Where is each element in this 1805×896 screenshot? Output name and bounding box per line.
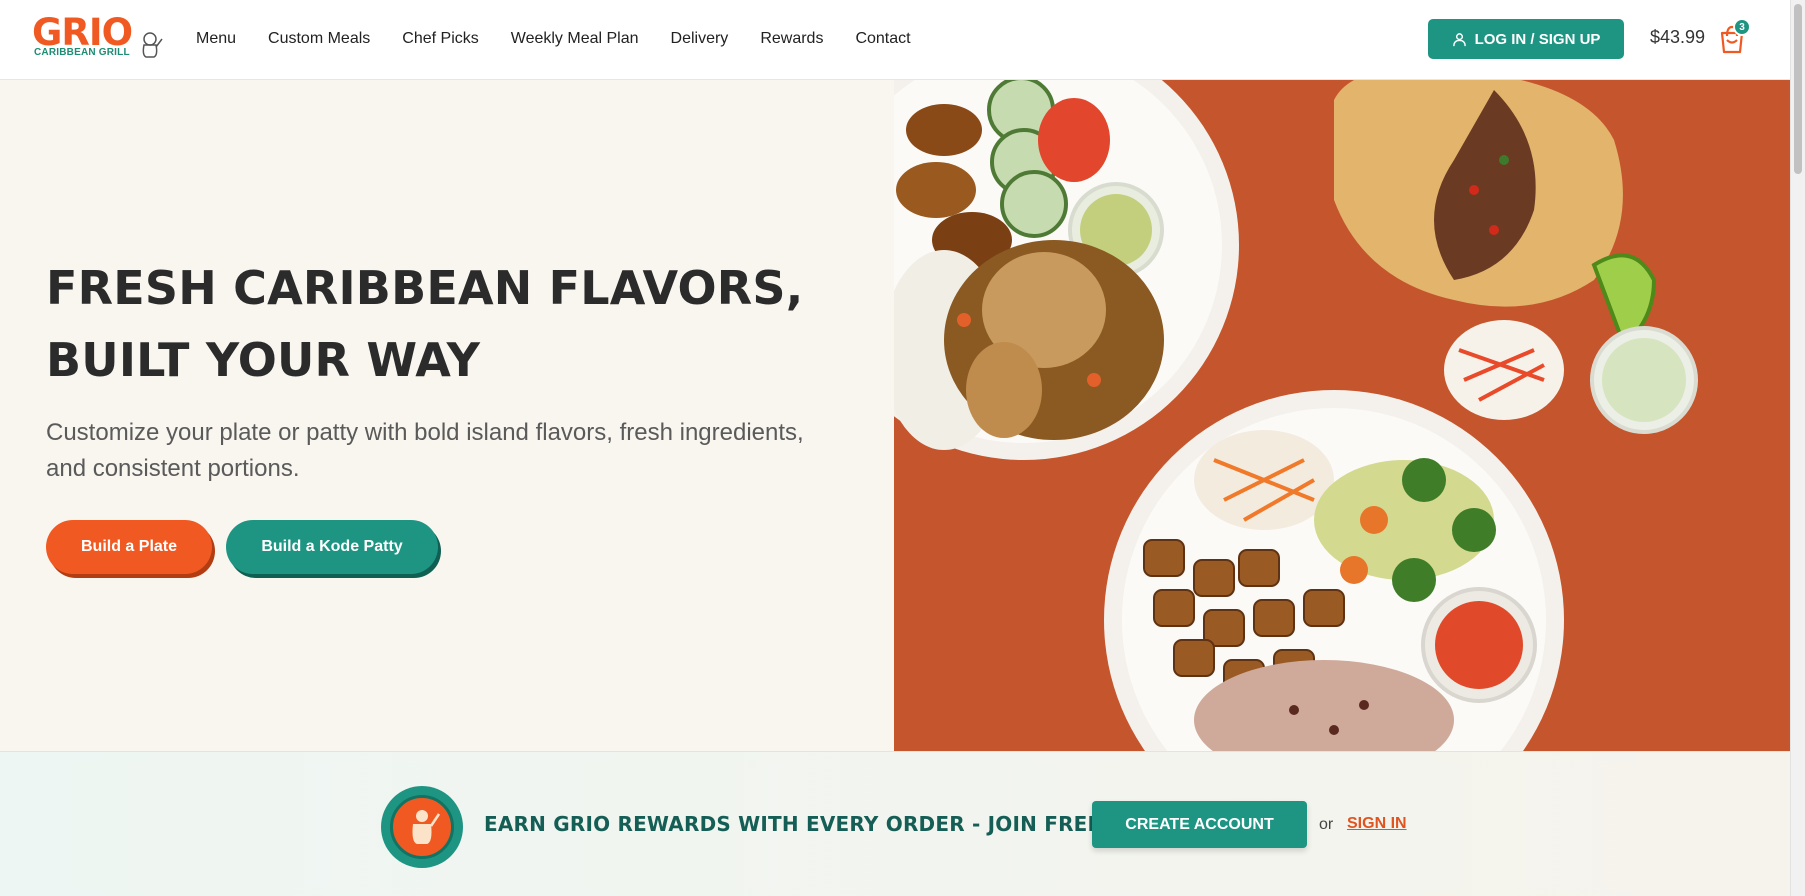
- hero-food-image: [894, 80, 1790, 751]
- rewards-headline: EARN GRIO REWARDS WITH EVERY ORDER - JOI…: [484, 812, 1102, 836]
- food-illustration: [894, 80, 1698, 751]
- main-nav: Menu Custom Meals Chef Picks Weekly Meal…: [196, 0, 911, 78]
- nav-weekly-meal-plan[interactable]: Weekly Meal Plan: [511, 30, 639, 48]
- hero-title-line-1: FRESH CARIBBEAN FLAVORS,: [46, 261, 804, 315]
- scrollbar-thumb[interactable]: [1794, 4, 1802, 174]
- mascot-icon: [142, 32, 163, 58]
- rewards-banner: EARN GRIO REWARDS WITH EVERY ORDER - JOI…: [0, 751, 1790, 896]
- login-signup-label: LOG IN / SIGN UP: [1474, 30, 1601, 48]
- plantain-slice: [896, 162, 976, 218]
- nav-delivery[interactable]: Delivery: [671, 30, 729, 48]
- mascot-figure-icon: [412, 810, 441, 844]
- page-scrollbar[interactable]: [1790, 0, 1805, 896]
- build-a-kode-patty-button[interactable]: Build a Kode Patty: [226, 520, 438, 574]
- user-icon: [1452, 32, 1466, 46]
- hero-text-panel: FRESH CARIBBEAN FLAVORS, BUILT YOUR WAY …: [0, 80, 894, 751]
- cucumber-slice: [1000, 170, 1068, 238]
- cart-total[interactable]: $43.99: [1650, 27, 1705, 48]
- nav-menu[interactable]: Menu: [196, 30, 236, 48]
- hero-subtitle: Customize your plate or patty with bold …: [46, 419, 804, 482]
- plantain-slice: [906, 104, 982, 156]
- nav-custom-meals[interactable]: Custom Meals: [268, 30, 370, 48]
- tomato-slice: [1038, 98, 1110, 182]
- brand-logo[interactable]: GRIO CARIBBEAN GRILL: [32, 11, 163, 64]
- hero-title: FRESH CARIBBEAN FLAVORS, BUILT YOUR WAY: [46, 252, 866, 396]
- create-account-button[interactable]: CREATE ACCOUNT: [1092, 801, 1307, 848]
- or-separator: or: [1319, 816, 1334, 833]
- build-a-plate-button[interactable]: Build a Plate: [46, 520, 212, 574]
- brand-logo-tagline: CARIBBEAN GRILL: [34, 47, 130, 58]
- sign-in-link[interactable]: SIGN IN: [1347, 815, 1407, 833]
- login-signup-button[interactable]: LOG IN / SIGN UP: [1428, 19, 1624, 59]
- brand-logo-wordmark: GRIO: [32, 11, 133, 54]
- nav-chef-picks[interactable]: Chef Picks: [402, 30, 478, 48]
- pikliz: [1444, 320, 1564, 420]
- hero-title-line-2: BUILT YOUR WAY: [46, 333, 481, 387]
- site-header: GRIO CARIBBEAN GRILL Menu Custom Meals C…: [0, 0, 1790, 80]
- nav-contact[interactable]: Contact: [855, 30, 910, 48]
- nav-rewards[interactable]: Rewards: [760, 30, 823, 48]
- cart-count-badge: 3: [1733, 18, 1751, 36]
- chicken-drumstick: [966, 342, 1042, 438]
- mascot-badge-icon: [381, 786, 463, 868]
